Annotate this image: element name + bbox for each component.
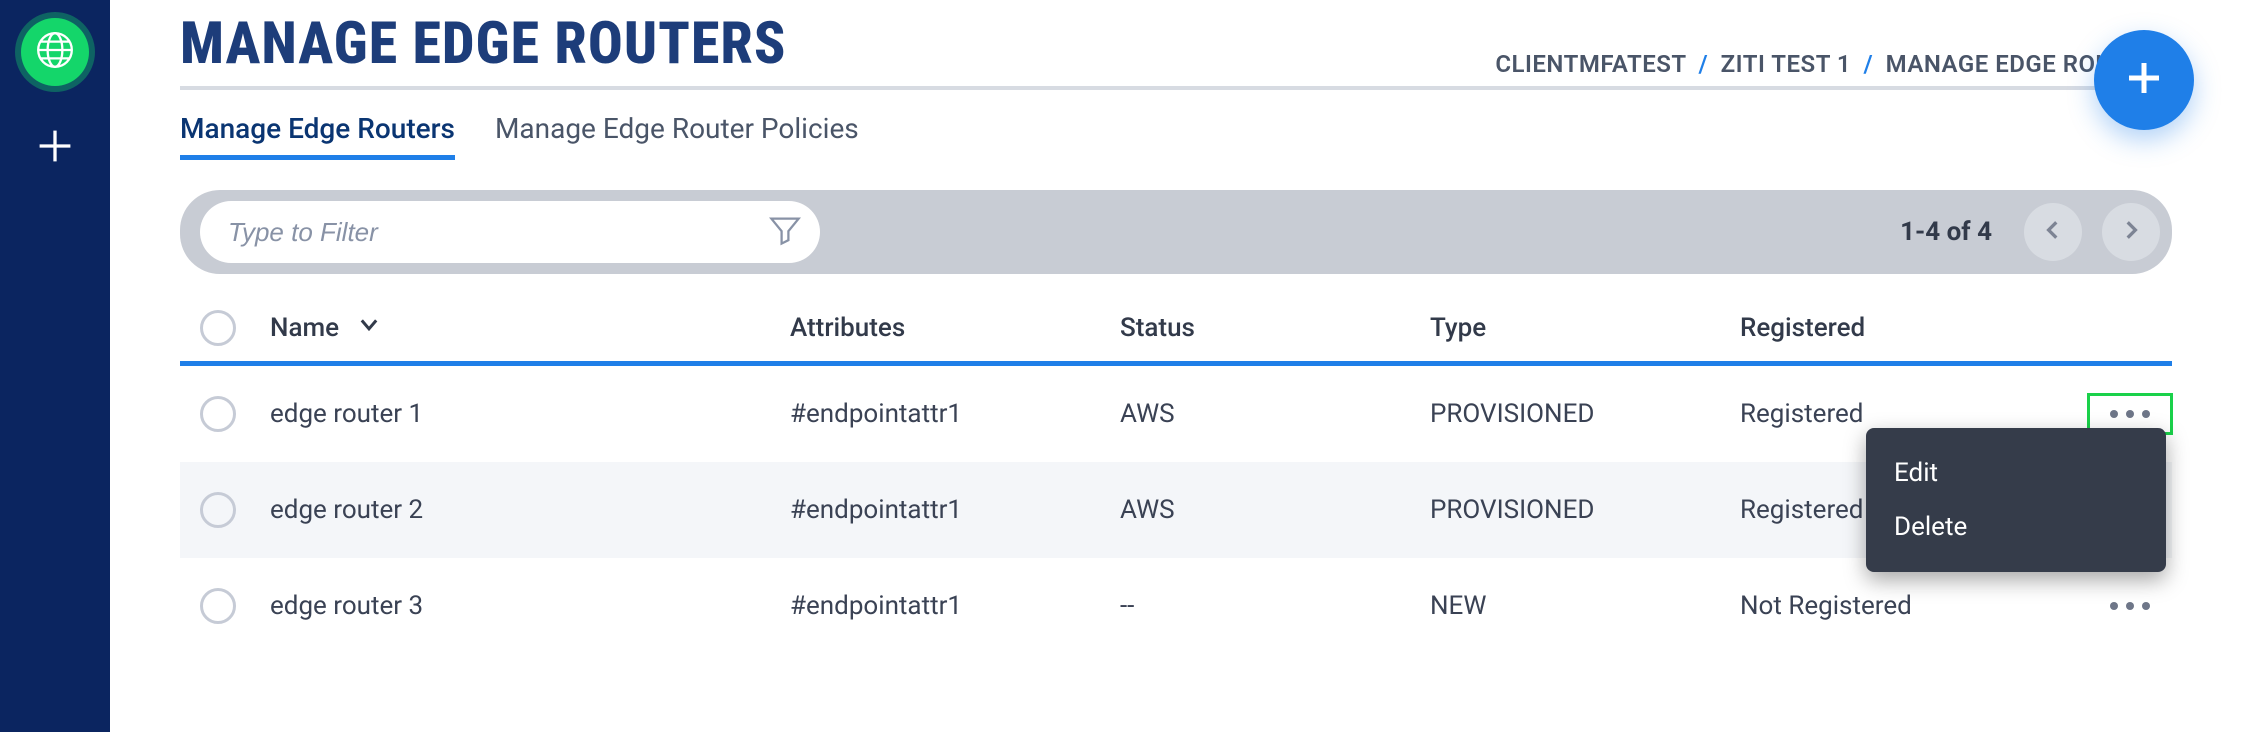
page-count: 1-4 of 4 [1900,217,1992,247]
rail-add-button[interactable] [33,126,77,170]
table-row: edge router 1 #endpointattr1 AWS PROVISI… [180,366,2172,462]
cell-attributes: #endpointattr1 [790,591,1120,621]
select-all-checkbox[interactable] [200,310,236,346]
filter-bar: 1-4 of 4 [180,190,2172,274]
header-divider [180,86,2172,90]
filter-input[interactable] [228,217,768,248]
left-rail [0,0,110,732]
row-checkbox[interactable] [200,492,236,528]
table-header: Name Attributes Status Type Registered [180,294,2172,366]
breadcrumb-part-1[interactable]: CLIENTMFATEST [1495,50,1686,78]
cell-name[interactable]: edge router 3 [270,591,790,621]
col-attributes[interactable]: Attributes [790,313,1120,343]
sort-icon [357,312,381,343]
globe-button[interactable] [21,18,89,86]
cell-attributes: #endpointattr1 [790,495,1120,525]
breadcrumb: CLIENTMFATEST / ZITI TEST 1 / MANAGE EDG… [1495,50,2172,78]
col-status[interactable]: Status [1120,313,1430,343]
cell-registered: Registered [1740,399,2070,429]
page-prev-button[interactable] [2024,203,2082,261]
cell-status: AWS [1120,399,1430,429]
cell-registered: Not Registered [1740,591,2070,621]
funnel-icon[interactable] [768,213,802,251]
row-checkbox[interactable] [200,588,236,624]
tab-manage-policies[interactable]: Manage Edge Router Policies [495,112,859,160]
cell-type: PROVISIONED [1430,495,1740,525]
col-type[interactable]: Type [1430,313,1740,343]
cell-attributes: #endpointattr1 [790,399,1120,429]
main-content: MANAGE EDGE ROUTERS CLIENTMFATEST / ZITI… [110,0,2242,732]
dots-icon [2110,602,2118,610]
table-row: edge router 3 #endpointattr1 -- NEW Not … [180,558,2172,654]
plus-icon [33,124,77,172]
col-registered[interactable]: Registered [1740,313,2070,343]
tab-manage-routers[interactable]: Manage Edge Routers [180,112,455,160]
cell-name[interactable]: edge router 1 [270,399,790,429]
cell-name[interactable]: edge router 2 [270,495,790,525]
context-edit[interactable]: Edit [1866,446,2166,500]
breadcrumb-part-2[interactable]: ZITI TEST 1 [1721,50,1851,78]
row-actions-button[interactable] [2100,592,2160,620]
col-name[interactable]: Name [270,312,421,343]
filter-input-wrap [200,201,820,263]
cell-type: PROVISIONED [1430,399,1740,429]
dots-icon [2110,410,2118,418]
col-name-label: Name [270,313,339,343]
tabs: Manage Edge Routers Manage Edge Router P… [180,112,2172,160]
add-router-fab[interactable] [2094,30,2194,130]
cell-type: NEW [1430,591,1740,621]
header-row: MANAGE EDGE ROUTERS CLIENTMFATEST / ZITI… [180,0,2172,78]
router-table: Name Attributes Status Type Registered e… [180,294,2172,654]
cell-status: -- [1120,591,1430,621]
breadcrumb-sep: / [1699,50,1709,78]
cell-status: AWS [1120,495,1430,525]
plus-icon [2119,53,2169,107]
chevron-right-icon [2120,219,2142,245]
context-menu: Edit Delete [1866,428,2166,572]
page-next-button[interactable] [2102,203,2160,261]
globe-icon [34,29,76,75]
breadcrumb-sep: / [1864,50,1874,78]
row-checkbox[interactable] [200,396,236,432]
page-title: MANAGE EDGE ROUTERS [180,10,786,78]
chevron-left-icon [2042,219,2064,245]
context-delete[interactable]: Delete [1866,500,2166,554]
